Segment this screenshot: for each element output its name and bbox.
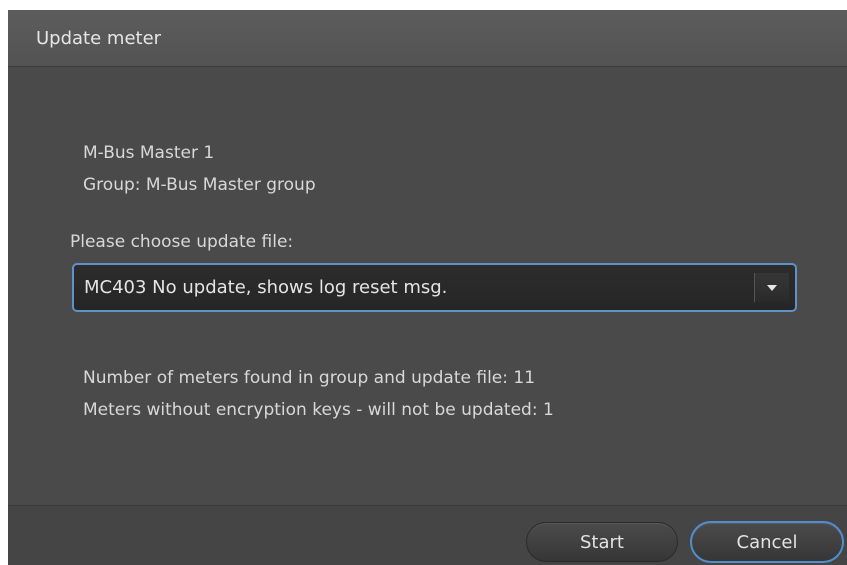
start-button[interactable]: Start — [526, 522, 678, 562]
update-file-label: Please choose update file: — [70, 232, 294, 252]
dialog-footer: Start Cancel — [8, 505, 847, 565]
dialog-titlebar: Update meter — [8, 10, 847, 67]
dialog-title: Update meter — [36, 28, 162, 49]
meters-without-keys-count: Meters without encryption keys - will no… — [83, 400, 554, 420]
update-meter-dialog: Update meter M-Bus Master 1 Group: M-Bus… — [8, 10, 847, 565]
device-name: M-Bus Master 1 — [83, 143, 215, 163]
update-file-select[interactable]: MC403 No update, shows log reset msg. — [72, 263, 797, 312]
update-file-selected-value: MC403 No update, shows log reset msg. — [84, 277, 448, 298]
group-name: Group: M-Bus Master group — [83, 175, 316, 195]
chevron-down-icon[interactable] — [754, 273, 789, 302]
meters-found-count: Number of meters found in group and upda… — [83, 368, 536, 388]
cancel-button[interactable]: Cancel — [690, 521, 844, 563]
